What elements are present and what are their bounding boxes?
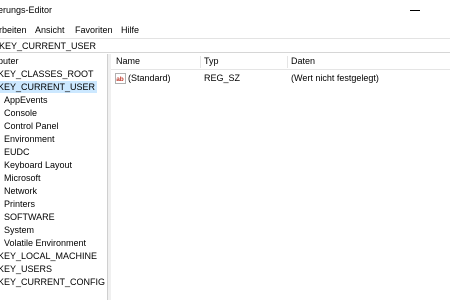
values-list[interactable]: Name Typ Daten ab (Standard) REG_SZ (Wer… [111, 54, 450, 300]
tree-item-console[interactable]: Console [4, 107, 37, 119]
tree-item-hkey-local-machine[interactable]: KEY_LOCAL_MACHINE [0, 250, 97, 262]
column-header-name[interactable]: Name [116, 56, 140, 66]
tree-item-hkey-classes-root[interactable]: KEY_CLASSES_ROOT [0, 68, 94, 80]
tree-item-appevents[interactable]: AppEvents [4, 94, 48, 106]
tree-item-printers[interactable]: Printers [4, 198, 35, 210]
menu-help[interactable]: Hilfe [121, 25, 139, 35]
tree-item-hkey-users[interactable]: KEY_USERS [0, 263, 52, 275]
column-divider[interactable] [287, 56, 288, 68]
registry-tree[interactable]: puter KEY_CLASSES_ROOT KEY_CURRENT_USER … [0, 54, 108, 300]
menu-bar: rbeiten Ansicht Favoriten Hilfe [0, 22, 450, 38]
column-header-data[interactable]: Daten [291, 56, 315, 66]
menu-favorites[interactable]: Favoriten [75, 25, 113, 35]
string-value-icon: ab [115, 73, 126, 84]
tree-item-hkey-current-config[interactable]: KEY_CURRENT_CONFIG [0, 276, 105, 288]
tree-item-software[interactable]: SOFTWARE [4, 211, 55, 223]
title-bar: erungs-Editor [0, 0, 450, 22]
value-data: (Wert nicht festgelegt) [291, 73, 379, 83]
address-path[interactable]: KEY_CURRENT_USER [0, 41, 96, 51]
minimize-button[interactable] [407, 3, 423, 17]
tree-item-computer[interactable]: puter [0, 55, 19, 67]
svg-text:ab: ab [116, 76, 124, 83]
menu-edit[interactable]: rbeiten [0, 25, 27, 35]
tree-item-keyboard-layout[interactable]: Keyboard Layout [4, 159, 72, 171]
tree-item-system[interactable]: System [4, 224, 34, 236]
value-type: REG_SZ [204, 73, 241, 83]
tree-item-environment[interactable]: Environment [4, 133, 55, 145]
address-bar[interactable]: KEY_CURRENT_USER [0, 38, 450, 53]
tree-item-eudc[interactable]: EUDC [4, 146, 30, 158]
tree-item-network[interactable]: Network [4, 185, 37, 197]
column-divider[interactable] [200, 56, 201, 68]
tree-item-control-panel[interactable]: Control Panel [4, 120, 59, 132]
column-header-type[interactable]: Typ [204, 56, 219, 66]
menu-view[interactable]: Ansicht [35, 25, 65, 35]
value-name[interactable]: (Standard) [128, 73, 171, 83]
window-title: erungs-Editor [0, 5, 53, 15]
tree-item-microsoft[interactable]: Microsoft [4, 172, 41, 184]
tree-item-hkey-current-user[interactable]: KEY_CURRENT_USER [0, 81, 98, 93]
header-divider [111, 69, 450, 70]
tree-item-volatile-environment[interactable]: Volatile Environment [4, 237, 86, 249]
